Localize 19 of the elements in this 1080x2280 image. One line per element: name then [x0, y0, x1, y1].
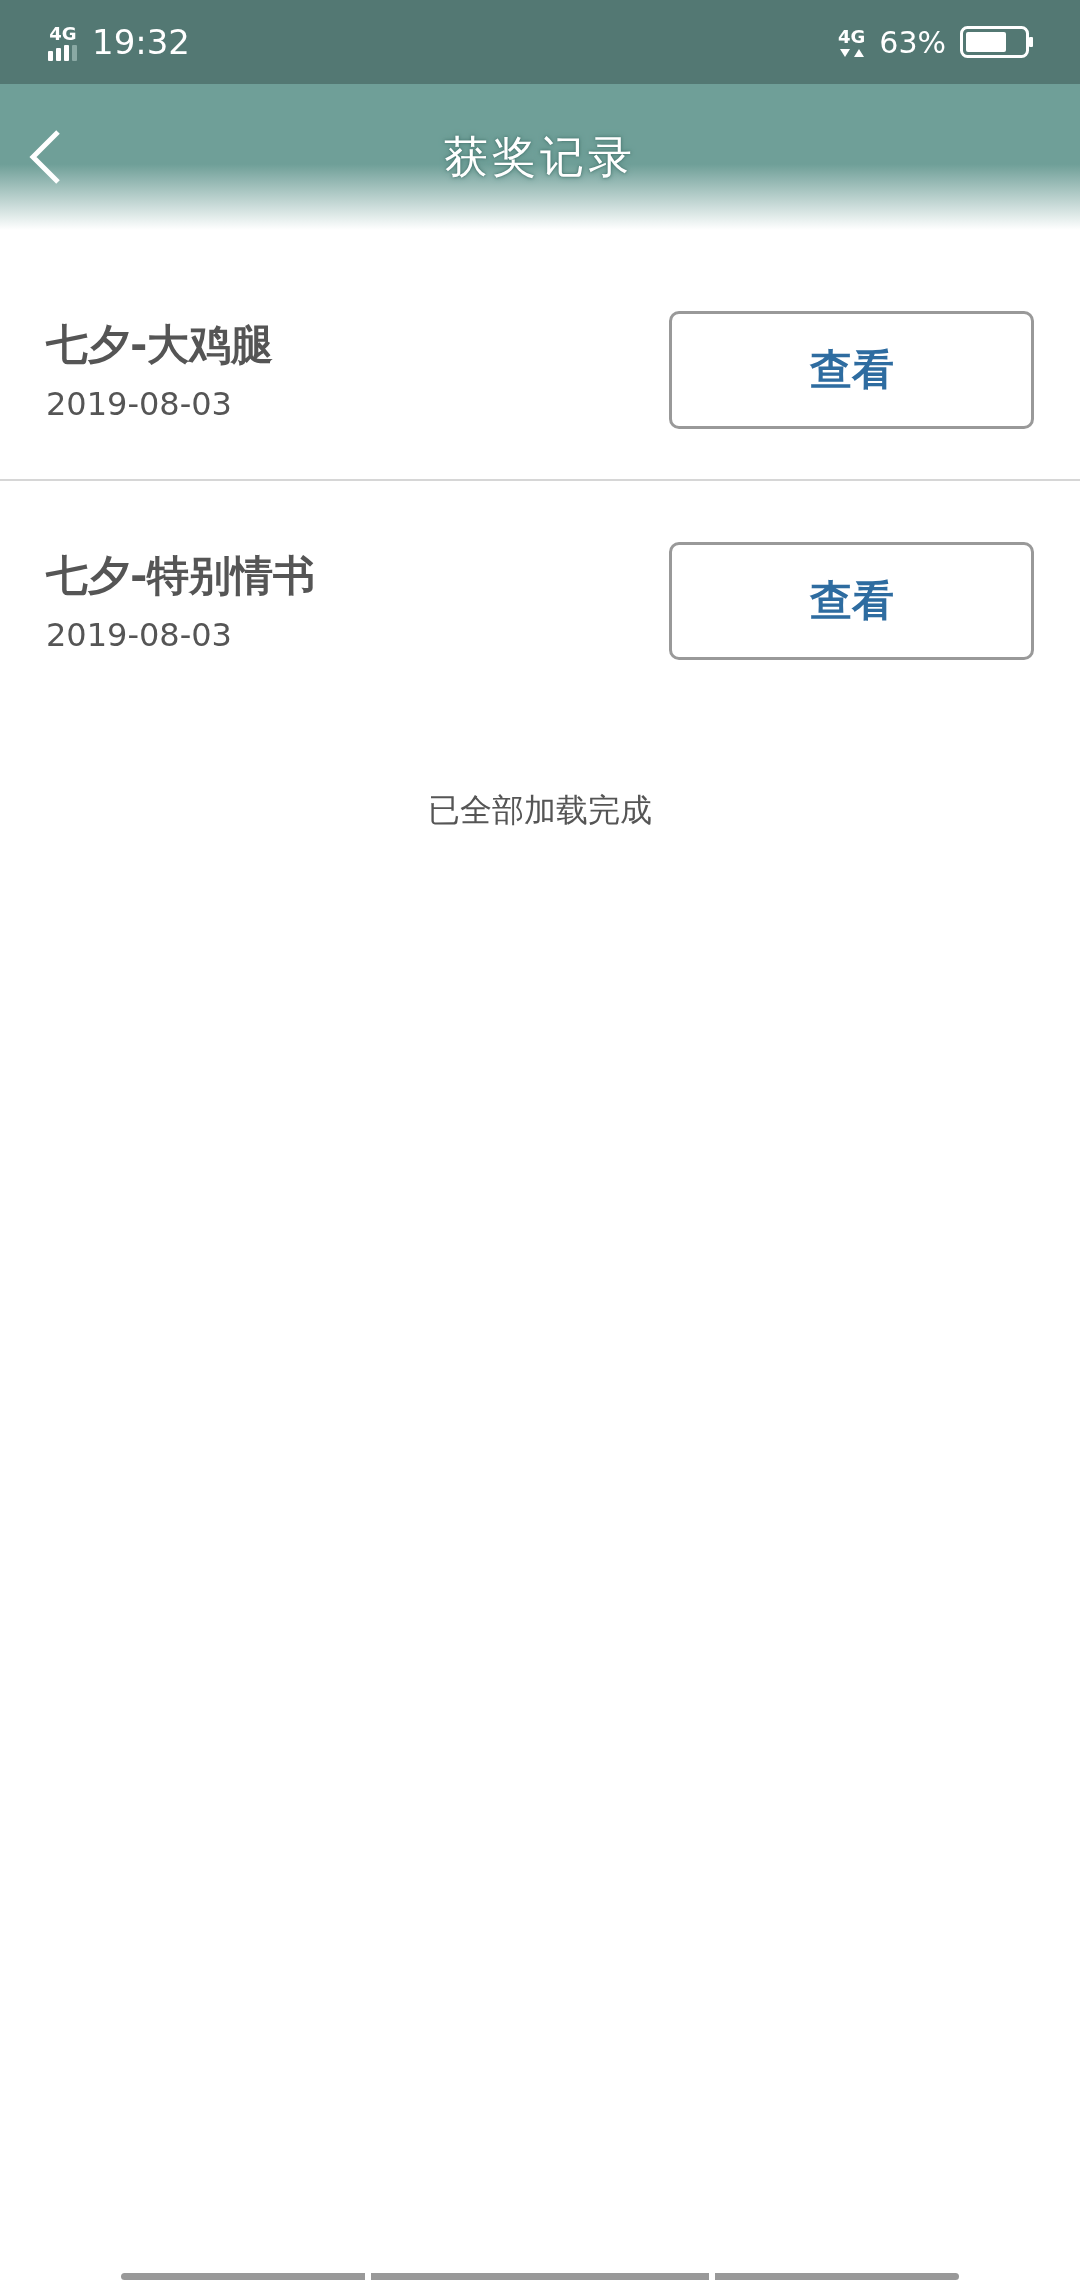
view-button[interactable]: 查看	[669, 542, 1034, 660]
prize-name: 七夕-大鸡腿	[46, 318, 274, 371]
prize-date: 2019-08-03	[46, 384, 233, 423]
data-network-label: 4G	[838, 26, 866, 47]
network-label: 4G	[49, 23, 77, 44]
signal-icon	[48, 44, 78, 61]
load-complete-text: 已全部加载完成	[427, 790, 653, 831]
back-icon[interactable]	[28, 129, 62, 185]
prize-name: 七夕-特别情书	[46, 550, 316, 602]
prize-date: 2019-08-03	[46, 616, 233, 654]
page-title: 获奖记录	[444, 129, 636, 184]
gesture-bar[interactable]	[121, 2273, 365, 2280]
data-arrows-icon	[838, 47, 865, 58]
view-button[interactable]: 查看	[669, 310, 1034, 429]
battery-icon	[960, 26, 1034, 58]
battery-percent: 63%	[879, 24, 946, 60]
gesture-bar[interactable]	[715, 2273, 959, 2280]
clock: 19:32	[92, 22, 190, 62]
gesture-bar[interactable]	[371, 2273, 709, 2280]
